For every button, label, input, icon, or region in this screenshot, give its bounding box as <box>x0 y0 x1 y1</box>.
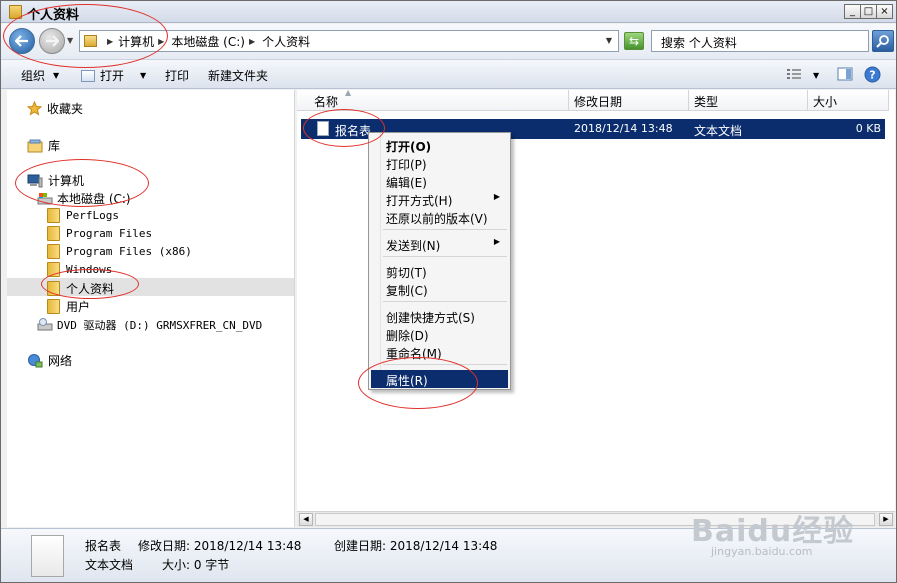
library-icon <box>27 139 43 152</box>
star-icon <box>27 101 42 116</box>
menu-item-rename[interactable]: 重命名(M) <box>371 343 508 361</box>
address-row: ▼ ▶ 计算机 ▶ 本地磁盘 (C:) ▶ 个人资料 ▼ ⇆ 搜索 个人资料 <box>1 24 896 59</box>
nav-folder-personal[interactable]: 个人资料 <box>47 280 114 297</box>
network-icon <box>28 353 43 367</box>
text-file-large-icon <box>31 535 64 577</box>
sort-ascending-icon: ▲ <box>345 88 352 97</box>
drive-icon <box>37 192 53 204</box>
scroll-thumb[interactable] <box>315 513 875 526</box>
folder-icon <box>84 35 97 47</box>
file-size: 0 KB <box>855 122 881 135</box>
folder-icon <box>47 299 60 314</box>
help-icon[interactable]: ? <box>864 66 881 83</box>
navigation-pane: 收藏夹 库 计算机 本地磁盘 (C:) PerfLogs Program Fil… <box>7 90 295 527</box>
menu-item-delete[interactable]: 删除(D) <box>371 325 508 343</box>
command-bar: 组织 ▼ 打开 ▼ 打印 新建文件夹 ▼ ? <box>1 59 896 89</box>
file-modified: 2018/12/14 13:48 <box>574 122 673 135</box>
forward-button[interactable] <box>39 28 65 54</box>
nav-libraries[interactable]: 库 <box>27 137 60 154</box>
menu-separator <box>383 256 507 257</box>
back-button[interactable] <box>9 28 35 54</box>
menu-item-open[interactable]: 打开(O) <box>371 136 508 154</box>
nav-folder-users[interactable]: 用户 <box>47 298 90 315</box>
menu-item-copy[interactable]: 复制(C) <box>371 280 508 298</box>
search-icon <box>876 35 889 48</box>
details-created: 创建日期: 2018/12/14 13:48 <box>334 539 498 553</box>
file-name: 报名表 <box>335 124 372 138</box>
address-bar[interactable]: ▶ 计算机 ▶ 本地磁盘 (C:) ▶ 个人资料 ▼ <box>79 30 619 52</box>
menu-item-open-with[interactable]: 打开方式(H) ▶ <box>371 190 508 208</box>
menu-item-send-to[interactable]: 发送到(N) ▶ <box>371 235 508 253</box>
text-file-icon <box>317 121 329 136</box>
computer-icon <box>27 174 43 187</box>
menu-item-print[interactable]: 打印(P) <box>371 154 508 172</box>
recent-pages-dropdown[interactable]: ▼ <box>67 36 73 45</box>
minimize-button[interactable]: _ <box>844 4 861 19</box>
column-header-type[interactable]: 类型 <box>689 90 808 111</box>
folder-icon <box>47 208 60 223</box>
nav-folder-program-files[interactable]: Program Files <box>47 226 152 241</box>
submenu-arrow-icon: ▶ <box>493 237 500 246</box>
nav-computer[interactable]: 计算机 <box>27 172 84 189</box>
print-button[interactable]: 打印 <box>165 67 189 84</box>
address-dropdown[interactable]: ▼ <box>606 36 612 45</box>
window-title: 个人资料 <box>27 8 80 23</box>
menu-item-restore-versions[interactable]: 还原以前的版本(V) <box>371 208 508 226</box>
file-type: 文本文档 <box>694 124 743 138</box>
details-pane: 报名表 修改日期: 2018/12/14 13:48 创建日期: 2018/12… <box>1 528 896 582</box>
breadcrumb-local-disk[interactable]: 本地磁盘 (C:) ▶ <box>171 33 260 50</box>
search-input[interactable]: 搜索 个人资料 <box>651 30 869 52</box>
new-folder-button[interactable]: 新建文件夹 <box>208 67 268 84</box>
svg-text:?: ? <box>869 69 875 82</box>
column-header-name[interactable]: 名称 ▲ <box>297 88 569 111</box>
menu-separator <box>383 229 507 230</box>
preview-pane-icon[interactable] <box>837 67 853 81</box>
nav-folder-program-files-x86[interactable]: Program Files (x86) <box>47 244 192 259</box>
forward-arrow-icon <box>46 35 59 47</box>
menu-item-properties[interactable]: 属性(R) <box>371 370 508 388</box>
back-arrow-icon <box>15 35 28 47</box>
scroll-left-button[interactable]: ◀ <box>299 513 313 526</box>
menu-separator <box>383 364 507 365</box>
breadcrumb-personal[interactable]: 个人资料 <box>262 33 310 50</box>
search-button[interactable] <box>872 30 894 52</box>
explorer-window: 个人资料 _ □ × ▼ ▶ 计算机 ▶ 本地磁盘 (C:) ▶ 个人资料 ▼ ⇆ 搜… <box>0 0 897 583</box>
details-file-name: 报名表 <box>85 539 122 553</box>
column-header-size[interactable]: 大小 <box>808 90 889 111</box>
folder-icon <box>9 5 22 19</box>
context-menu: 打开(O) 打印(P) 编辑(E) 打开方式(H) ▶ 还原以前的版本(V) 发送… <box>368 132 511 390</box>
nav-favorites[interactable]: 收藏夹 <box>27 100 83 117</box>
nav-folder-perflogs[interactable]: PerfLogs <box>47 208 119 223</box>
details-size: 大小: 0 字节 <box>162 558 230 572</box>
document-icon <box>81 69 95 82</box>
scroll-right-button[interactable]: ▶ <box>879 513 893 526</box>
close-button[interactable]: × <box>876 4 893 19</box>
folder-icon <box>47 226 60 241</box>
menu-separator <box>383 301 507 302</box>
view-options-icon[interactable] <box>786 67 802 81</box>
dvd-drive-icon <box>37 318 53 331</box>
nav-local-disk[interactable]: 本地磁盘 (C:) <box>37 190 131 207</box>
menu-item-edit[interactable]: 编辑(E) <box>371 172 508 190</box>
title-bar: 个人资料 _ □ × <box>1 1 896 23</box>
refresh-button[interactable]: ⇆ <box>624 32 644 50</box>
horizontal-scrollbar[interactable]: ◀ ▶ <box>297 511 895 527</box>
breadcrumb-computer[interactable]: ▶ 计算机 ▶ <box>103 33 169 50</box>
folder-icon <box>47 281 60 296</box>
view-dropdown[interactable]: ▼ <box>813 71 819 80</box>
maximize-button[interactable]: □ <box>860 4 877 19</box>
menu-item-cut[interactable]: 剪切(T) <box>371 262 508 280</box>
nav-dvd-drive[interactable]: DVD 驱动器 (D:) GRMSXFRER_CN_DVD <box>37 317 262 333</box>
submenu-arrow-icon: ▶ <box>493 192 500 201</box>
menu-item-create-shortcut[interactable]: 创建快捷方式(S) <box>371 307 508 325</box>
column-header-modified[interactable]: 修改日期 <box>569 90 689 111</box>
nav-network[interactable]: 网络 <box>27 352 72 369</box>
details-type: 文本文档 <box>85 558 134 572</box>
organize-menu[interactable]: 组织 ▼ <box>21 67 59 84</box>
folder-icon <box>47 244 60 259</box>
open-button[interactable]: 打开 ▼ <box>81 67 146 84</box>
nav-folder-windows[interactable]: Windows <box>47 262 112 277</box>
folder-icon <box>47 262 60 277</box>
details-modified: 修改日期: 2018/12/14 13:48 <box>138 539 302 553</box>
